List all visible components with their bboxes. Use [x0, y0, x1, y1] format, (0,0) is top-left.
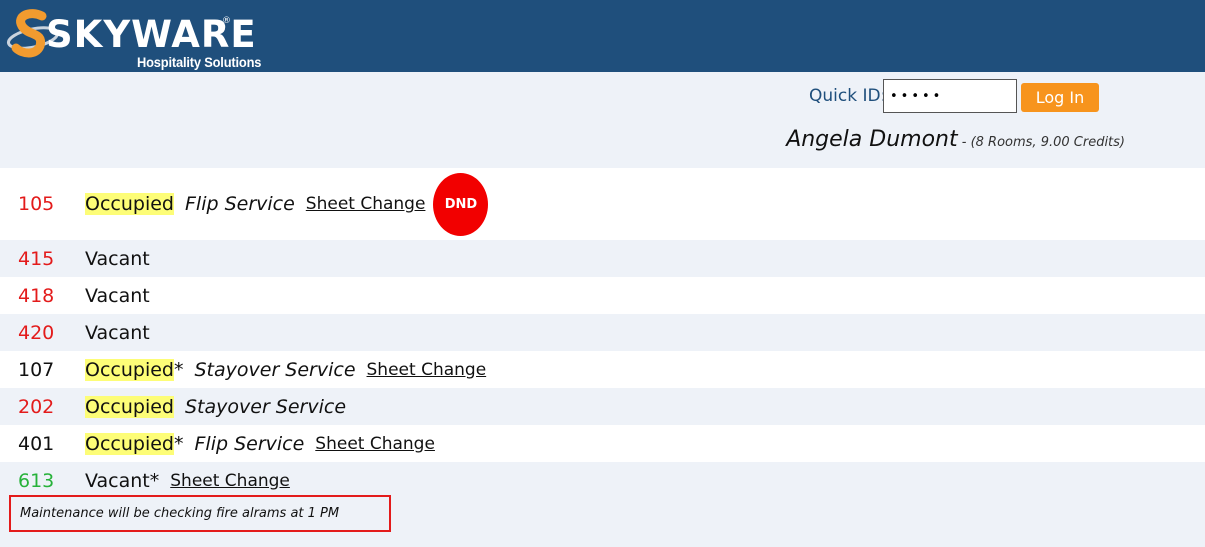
- status-highlight: Occupied: [85, 432, 174, 455]
- room-status: Occupied: [85, 193, 174, 215]
- room-number: 418: [18, 284, 55, 307]
- dnd-badge: DND: [433, 172, 489, 236]
- room-list: 105 Occupied Flip Service Sheet Change D…: [0, 168, 1205, 499]
- room-status: Vacant: [85, 284, 150, 307]
- service-type: Flip Service: [194, 432, 305, 455]
- sheet-change-link[interactable]: Sheet Change: [306, 194, 426, 214]
- room-row[interactable]: 202 Occupied Stayover Service: [0, 388, 1205, 425]
- sheet-change-link[interactable]: Sheet Change: [367, 360, 487, 380]
- status-highlight: Occupied: [85, 358, 174, 381]
- quick-id-input[interactable]: [883, 79, 1017, 113]
- room-status: Vacant: [85, 321, 150, 344]
- room-number: 202: [18, 395, 55, 418]
- maintenance-note-text: Maintenance will be checking fire alrams…: [20, 506, 340, 521]
- room-status: Vacant*: [85, 469, 160, 492]
- user-room-credits: - (8 Rooms, 9.00 Credits): [957, 135, 1125, 150]
- maintenance-note: Maintenance will be checking fire alrams…: [9, 495, 391, 532]
- room-number: 420: [18, 321, 55, 344]
- sheet-change-link[interactable]: Sheet Change: [315, 434, 435, 454]
- user-name: Angela Dumont: [786, 127, 958, 152]
- room-number: 415: [18, 247, 55, 270]
- room-row[interactable]: 420 Vacant: [0, 314, 1205, 351]
- service-type: Flip Service: [184, 193, 295, 215]
- log-in-button[interactable]: Log In: [1021, 83, 1099, 112]
- room-status: Occupied: [85, 395, 174, 418]
- registered-mark: ®: [222, 16, 231, 26]
- service-type: Stayover Service: [184, 395, 347, 418]
- room-number: 401: [18, 432, 55, 455]
- user-summary: Angela Dumont - (8 Rooms, 9.00 Credits): [0, 127, 1125, 152]
- room-status: Vacant: [85, 247, 150, 270]
- room-status: Occupied*: [85, 358, 184, 381]
- sheet-change-link[interactable]: Sheet Change: [170, 471, 290, 491]
- room-row[interactable]: 613 Vacant* Sheet Change: [0, 462, 1205, 499]
- room-row[interactable]: 418 Vacant: [0, 277, 1205, 314]
- logo-tagline: Hospitality Solutions: [137, 54, 262, 70]
- app-header: SKYWARE ® Hospitality Solutions: [0, 0, 1205, 72]
- room-row[interactable]: 415 Vacant: [0, 240, 1205, 277]
- room-status: Occupied*: [85, 432, 184, 455]
- room-row[interactable]: 105 Occupied Flip Service Sheet Change D…: [0, 168, 1205, 240]
- skyware-logo: SKYWARE ® Hospitality Solutions: [6, 6, 286, 70]
- room-number: 105: [18, 193, 55, 215]
- room-row[interactable]: 107 Occupied* Stayover Service Sheet Cha…: [0, 351, 1205, 388]
- room-number: 613: [18, 469, 55, 492]
- quick-id-label: Quick ID:: [809, 86, 887, 106]
- service-type: Stayover Service: [194, 358, 356, 381]
- room-number: 107: [18, 358, 55, 381]
- room-row[interactable]: 401 Occupied* Flip Service Sheet Change: [0, 425, 1205, 462]
